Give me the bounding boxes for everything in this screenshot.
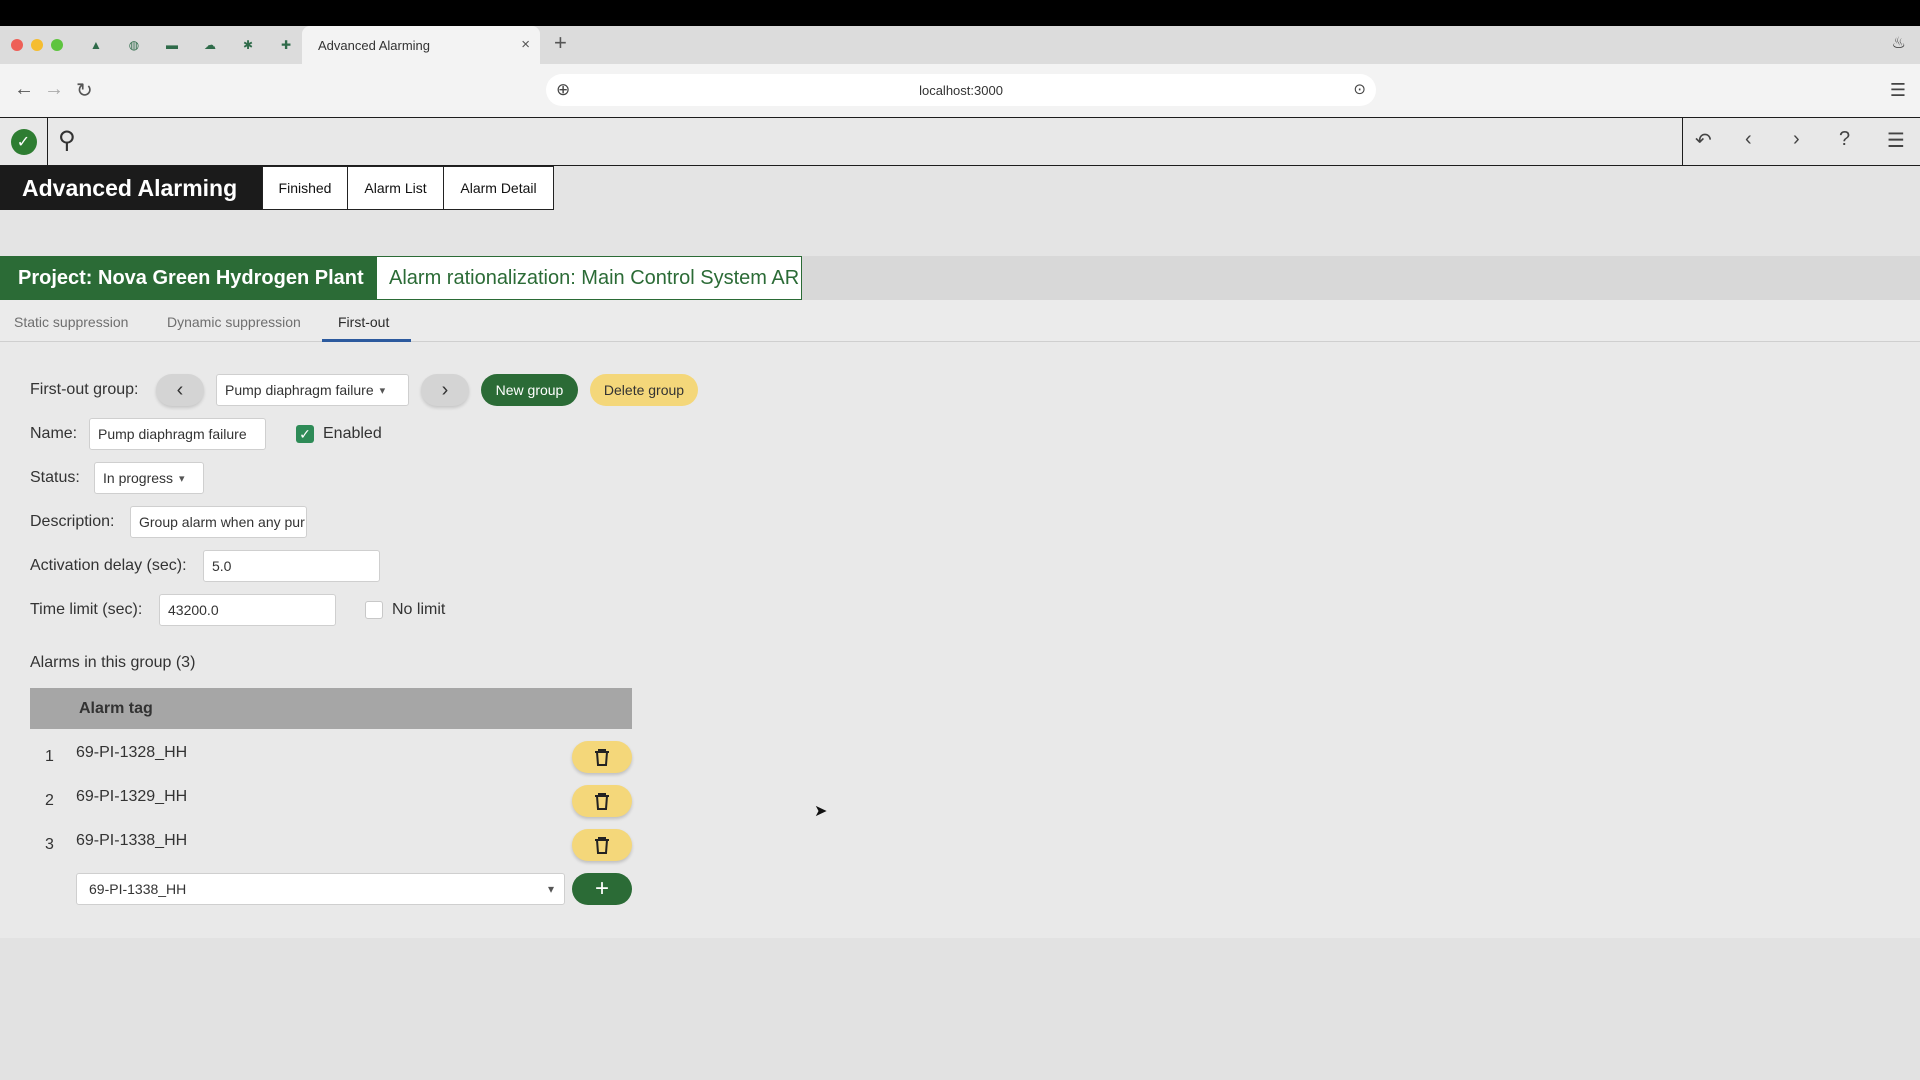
next-group-button[interactable]: › xyxy=(421,374,469,406)
chevron-down-icon: ▾ xyxy=(379,384,386,397)
maximize-window-button[interactable] xyxy=(51,39,63,51)
app-logo-icon: ✓ xyxy=(10,128,37,155)
previous-group-button[interactable]: ‹ xyxy=(156,374,204,406)
pinned-tab-icon[interactable]: ▬ xyxy=(161,34,183,56)
add-alarm-select[interactable]: 69-PI-1338_HH ▾ xyxy=(76,873,565,905)
enabled-checkbox[interactable]: ✓ xyxy=(296,425,314,443)
pinned-tab-icon[interactable]: ◍ xyxy=(123,34,145,56)
tab-alarm-list[interactable]: Alarm List xyxy=(348,166,444,210)
alarm-tag-column-header: Alarm tag xyxy=(79,699,153,717)
browser-tab-active[interactable]: Advanced Alarming × xyxy=(302,26,540,64)
new-group-button[interactable]: New group xyxy=(481,374,578,406)
plus-icon: + xyxy=(594,875,609,902)
window-controls xyxy=(11,39,63,51)
group-select-value: Pump diaphragm failure xyxy=(225,382,374,398)
menu-icon[interactable]: ☰ xyxy=(1887,128,1905,153)
name-label: Name: xyxy=(30,425,78,442)
table-row-tag: 69-PI-1329_HH xyxy=(76,788,188,805)
status-select[interactable]: In progress ▾ xyxy=(94,462,204,494)
tab-dynamic-suppression[interactable]: Dynamic suppression xyxy=(167,314,301,330)
app-title: Advanced Alarming xyxy=(0,166,262,210)
trash-icon xyxy=(595,793,609,810)
share-icon[interactable]: ⊙ xyxy=(1353,80,1366,98)
pinned-tab-icon[interactable]: ☁ xyxy=(199,34,221,56)
table-row-number: 1 xyxy=(45,748,54,765)
top-tabs: Finished Alarm List Alarm Detail xyxy=(262,166,554,210)
page-footer-area xyxy=(0,938,1920,1080)
new-tab-icon[interactable]: + xyxy=(554,30,567,56)
enabled-label: Enabled xyxy=(323,425,382,442)
help-icon[interactable]: ? xyxy=(1839,128,1850,151)
forward-icon[interactable]: → xyxy=(44,78,64,101)
close-window-button[interactable] xyxy=(11,39,23,51)
first-out-form xyxy=(0,342,1920,938)
flame-icon[interactable]: ♨ xyxy=(1892,33,1906,53)
description-label: Description: xyxy=(30,513,115,530)
delete-alarm-button[interactable] xyxy=(572,829,632,861)
pinned-tabs: ▲ ◍ ▬ ☁ ✱ ✚ xyxy=(85,34,297,56)
no-limit-checkbox[interactable] xyxy=(365,601,383,619)
reload-icon[interactable]: ↻ xyxy=(76,78,93,103)
tab-first-out[interactable]: First-out xyxy=(338,314,389,330)
macos-menubar-strip xyxy=(0,0,1920,26)
pinned-tab-icon[interactable]: ▲ xyxy=(85,34,107,56)
first-out-group-label: First-out group: xyxy=(30,381,139,398)
trash-icon xyxy=(595,837,609,854)
sub-tabs: Static suppression Dynamic suppression F… xyxy=(0,300,1920,342)
group-select[interactable]: Pump diaphragm failure ▾ xyxy=(216,374,409,406)
alarm-table-header: Alarm tag xyxy=(30,688,632,729)
undo-icon[interactable]: ↶ xyxy=(1695,128,1712,153)
app-toolbar: ✓ ⚲ ↶ ‹ › ? ☰ xyxy=(0,118,1920,166)
trash-icon xyxy=(595,749,609,766)
chevron-left-icon[interactable]: ‹ xyxy=(1745,128,1752,151)
chevron-down-icon: ▾ xyxy=(547,882,554,896)
delete-alarm-button[interactable] xyxy=(572,741,632,773)
description-field[interactable]: Group alarm when any pur xyxy=(130,506,307,538)
add-alarm-button[interactable]: + xyxy=(572,873,632,905)
close-tab-icon[interactable]: × xyxy=(521,36,530,53)
app-logo[interactable]: ✓ xyxy=(0,118,48,165)
time-limit-label: Time limit (sec): xyxy=(30,601,143,618)
table-row-number: 3 xyxy=(45,836,54,853)
pinned-tab-icon[interactable]: ✱ xyxy=(237,34,259,56)
back-icon[interactable]: ← xyxy=(14,78,34,101)
browser-tab-strip: ▲ ◍ ▬ ☁ ✱ ✚ xyxy=(0,26,1920,64)
url-text: localhost:3000 xyxy=(919,83,1003,98)
table-row-tag: 69-PI-1328_HH xyxy=(76,744,188,761)
toolbar-right-actions: ↶ ‹ › ? ☰ xyxy=(1682,118,1920,165)
table-row-number: 2 xyxy=(45,792,54,809)
add-alarm-select-value: 69-PI-1338_HH xyxy=(89,881,187,897)
tab-alarm-detail[interactable]: Alarm Detail xyxy=(444,166,554,210)
chevron-right-icon[interactable]: › xyxy=(1793,128,1800,151)
alarms-heading: Alarms in this group (3) xyxy=(30,654,196,671)
tab-static-suppression[interactable]: Static suppression xyxy=(14,314,128,330)
delete-alarm-button[interactable] xyxy=(572,785,632,817)
tab-finished[interactable]: Finished xyxy=(262,166,348,210)
activation-delay-field[interactable]: 5.0 xyxy=(203,550,380,582)
name-field[interactable]: Pump diaphragm failure xyxy=(89,418,266,450)
minimize-window-button[interactable] xyxy=(31,39,43,51)
rationalization-title[interactable]: Alarm rationalization: Main Control Syst… xyxy=(376,256,802,300)
address-bar[interactable]: ⊕ localhost:3000 ⊙ xyxy=(546,74,1376,106)
activation-delay-label: Activation delay (sec): xyxy=(30,557,187,574)
mouse-cursor-icon: ➤ xyxy=(814,803,828,820)
project-title: Project: Nova Green Hydrogen Plant xyxy=(0,256,376,300)
status-label: Status: xyxy=(30,469,80,486)
search-icon[interactable]: ⚲ xyxy=(58,126,76,155)
browser-tab-title: Advanced Alarming xyxy=(318,37,431,53)
delete-group-button[interactable]: Delete group xyxy=(590,374,698,406)
no-limit-label: No limit xyxy=(392,601,446,618)
pinned-tab-icon[interactable]: ✚ xyxy=(275,34,297,56)
table-row-tag: 69-PI-1338_HH xyxy=(76,832,188,849)
sidebar-menu-icon[interactable]: ☰ xyxy=(1890,80,1906,101)
status-select-value: In progress xyxy=(103,470,174,486)
chevron-down-icon: ▾ xyxy=(179,472,185,485)
time-limit-field[interactable]: 43200.0 xyxy=(159,594,336,626)
